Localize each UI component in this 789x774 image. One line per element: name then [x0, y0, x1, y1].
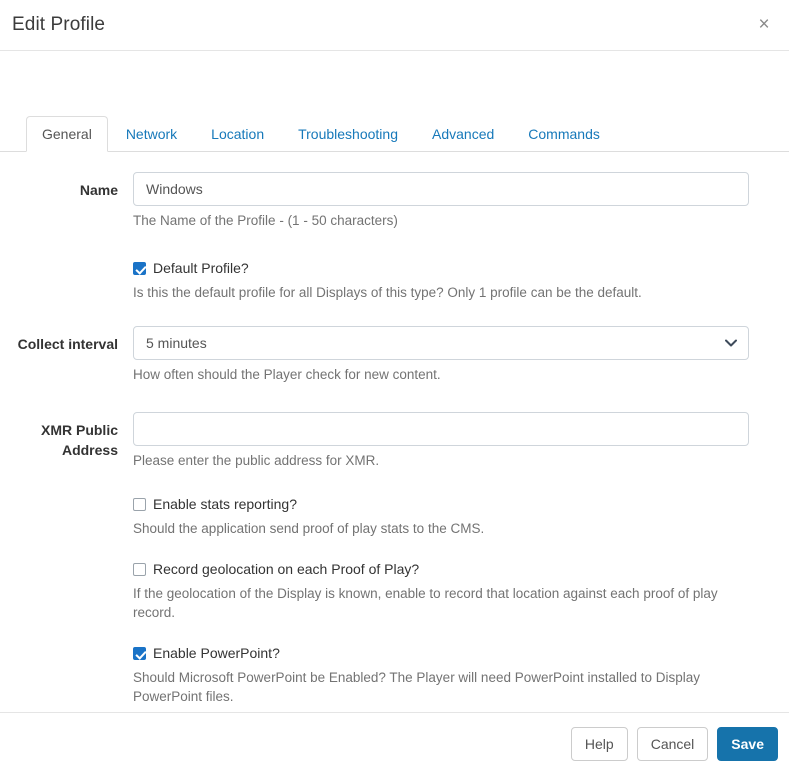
- tab-bar: General Network Location Troubleshooting…: [0, 116, 789, 152]
- tab-troubleshooting-link[interactable]: Troubleshooting: [282, 116, 414, 152]
- field-enable-powerpoint: Enable PowerPoint? Should Microsoft Powe…: [0, 643, 789, 706]
- default-profile-label[interactable]: Default Profile?: [153, 258, 249, 278]
- field-name-label: Name: [79, 182, 118, 198]
- field-enable-powerpoint-help: Should Microsoft PowerPoint be Enabled? …: [133, 670, 701, 704]
- dialog-body: General Network Location Troubleshooting…: [0, 51, 789, 712]
- enable-powerpoint-checkbox[interactable]: [133, 647, 146, 660]
- tab-general-link[interactable]: General: [26, 116, 108, 152]
- tab-commands[interactable]: Commands: [512, 116, 616, 152]
- tab-troubleshooting[interactable]: Troubleshooting: [282, 116, 414, 152]
- field-xmr-public-address-help: Please enter the public address for XMR.: [133, 453, 380, 468]
- cancel-button[interactable]: Cancel: [636, 726, 709, 761]
- record-geolocation-label[interactable]: Record geolocation on each Proof of Play…: [153, 559, 419, 579]
- xmr-public-address-input[interactable]: [133, 412, 749, 446]
- stats-reporting-label[interactable]: Enable stats reporting?: [153, 494, 297, 514]
- tab-network-link[interactable]: Network: [110, 116, 193, 152]
- record-geolocation-checkbox[interactable]: [133, 563, 146, 576]
- field-collect-interval: Collect interval 5 minutes How often sho…: [0, 326, 789, 384]
- dialog-footer: Help Cancel Save: [0, 712, 789, 774]
- field-stats-reporting-help: Should the application send proof of pla…: [133, 521, 485, 536]
- general-tab-panel: Name The Name of the Profile - (1 - 50 c…: [0, 152, 789, 712]
- field-record-geolocation-help: If the geolocation of the Display is kno…: [133, 586, 718, 620]
- field-xmr-public-address-label: XMR Public Address: [40, 422, 118, 458]
- field-name: Name The Name of the Profile - (1 - 50 c…: [0, 172, 789, 230]
- tab-advanced-link[interactable]: Advanced: [416, 116, 510, 152]
- help-button[interactable]: Help: [570, 726, 628, 761]
- edit-profile-dialog: Edit Profile × General Network Location …: [0, 0, 789, 774]
- field-default-profile-help: Is this the default profile for all Disp…: [133, 285, 642, 300]
- tab-commands-link[interactable]: Commands: [512, 116, 616, 152]
- tab-location-link[interactable]: Location: [195, 116, 280, 152]
- field-collect-interval-label: Collect interval: [17, 336, 118, 352]
- tab-general[interactable]: General: [26, 116, 108, 152]
- tab-network[interactable]: Network: [110, 116, 193, 152]
- dialog-title: Edit Profile: [12, 14, 106, 35]
- close-icon[interactable]: ×: [749, 10, 779, 40]
- enable-powerpoint-label[interactable]: Enable PowerPoint?: [153, 643, 280, 663]
- dialog-header: Edit Profile ×: [0, 0, 789, 51]
- field-stats-reporting: Enable stats reporting? Should the appli…: [0, 494, 789, 538]
- stats-reporting-checkbox[interactable]: [133, 498, 146, 511]
- name-input[interactable]: [133, 172, 749, 206]
- field-xmr-public-address: XMR Public Address Please enter the publ…: [0, 412, 789, 470]
- save-button[interactable]: Save: [717, 726, 778, 761]
- tab-location[interactable]: Location: [195, 116, 280, 152]
- field-name-help: The Name of the Profile - (1 - 50 charac…: [133, 213, 398, 228]
- collect-interval-select[interactable]: 5 minutes: [133, 326, 749, 360]
- field-default-profile: Default Profile? Is this the default pro…: [0, 258, 789, 302]
- default-profile-checkbox[interactable]: [133, 262, 146, 275]
- field-record-geolocation: Record geolocation on each Proof of Play…: [0, 559, 789, 622]
- tab-advanced[interactable]: Advanced: [416, 116, 510, 152]
- field-collect-interval-help: How often should the Player check for ne…: [133, 367, 441, 382]
